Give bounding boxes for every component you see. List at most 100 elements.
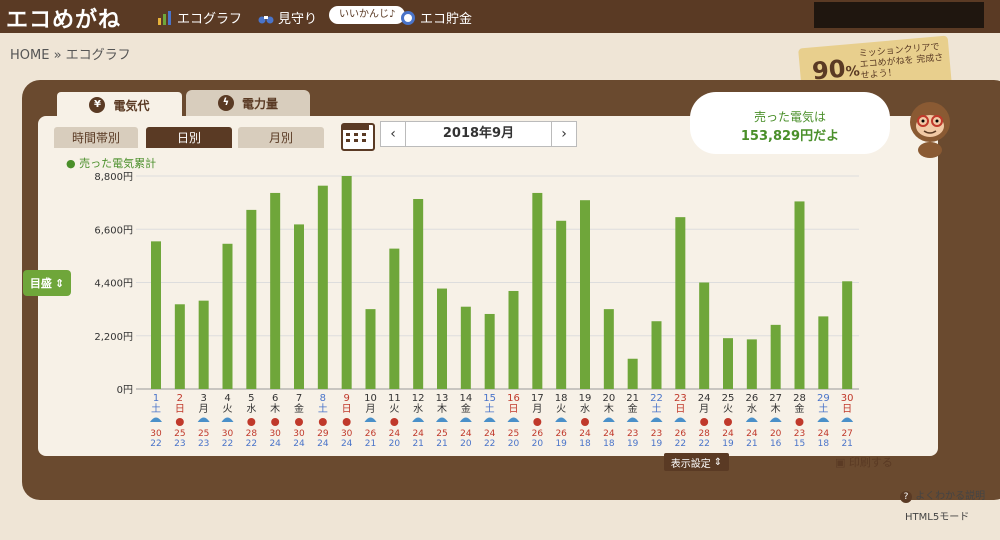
low-temp-label: 16 — [770, 439, 782, 448]
header-banner-area — [814, 2, 984, 28]
bar — [675, 217, 686, 389]
sun-icon — [581, 418, 589, 426]
bar-chart-icon — [158, 10, 171, 25]
sun-icon — [342, 418, 351, 426]
display-settings-button[interactable]: 表示設定 ⇕ — [664, 453, 729, 471]
tab-electricity-amount[interactable]: ϟ 電力量 — [186, 90, 310, 116]
tab-monthly[interactable]: 月別 — [238, 127, 324, 148]
nav-label: エコ貯金 — [420, 12, 473, 27]
x-tick-day: 10 — [364, 393, 377, 404]
app-logo[interactable]: エコめがね — [6, 2, 121, 34]
x-tick-day: 8 — [320, 393, 326, 404]
low-temp-label: 24 — [269, 439, 281, 448]
x-tick-weekday: 火 — [389, 403, 399, 415]
umbrella-icon — [364, 417, 377, 422]
x-tick-day: 16 — [507, 393, 520, 404]
x-tick-weekday: 月 — [199, 403, 209, 415]
breadcrumb[interactable]: HOME » エコグラフ — [10, 44, 131, 63]
x-tick-weekday: 火 — [223, 403, 233, 415]
low-temp-label: 21 — [841, 439, 852, 448]
nav-eco-savings[interactable]: エコ貯金 — [400, 8, 472, 27]
nav-label: エコグラフ — [177, 12, 243, 27]
scale-label: 目盛 — [29, 277, 52, 290]
x-tick-day: 3 — [200, 393, 206, 404]
bar — [746, 339, 757, 389]
bar — [222, 243, 233, 389]
bubble-line2: 153,829円だよ — [740, 129, 840, 144]
umbrella-icon — [459, 417, 472, 422]
x-tick-weekday: 土 — [652, 402, 662, 415]
low-temp-label: 18 — [579, 439, 591, 448]
calendar-icon[interactable] — [341, 123, 375, 151]
bar — [294, 224, 304, 389]
x-tick-weekday: 土 — [151, 402, 161, 415]
x-tick-day: 14 — [459, 393, 472, 404]
low-temp-label: 21 — [436, 439, 447, 448]
umbrella-icon — [769, 417, 782, 422]
sun-icon — [795, 418, 804, 426]
status-badge: いいかんじ♪ — [329, 6, 406, 24]
low-temp-label: 20 — [508, 439, 520, 448]
display-settings-label: 表示設定 — [670, 458, 711, 470]
sun-icon — [390, 418, 399, 426]
umbrella-icon — [483, 417, 496, 422]
next-month-button[interactable]: › — [552, 122, 576, 146]
bar — [770, 324, 781, 389]
high-temp-label: 24 — [722, 429, 734, 439]
scale-button[interactable]: 目盛 ⇕ — [23, 270, 71, 296]
bar — [723, 338, 733, 389]
high-temp-label: 24 — [818, 429, 830, 439]
help-label: よくわかる説明 — [915, 491, 986, 502]
umbrella-icon — [745, 417, 758, 422]
x-tick-weekday: 木 — [437, 403, 447, 415]
bar — [842, 281, 853, 389]
high-temp-label: 29 — [317, 429, 329, 439]
low-temp-label: 20 — [389, 439, 401, 448]
top-navigation-bar: エコめがね エコグラフ 見守り いいかんじ♪ エコ貯金 — [0, 0, 1000, 33]
print-button[interactable]: ▣ 印刷する — [835, 454, 893, 470]
high-temp-label: 26 — [555, 429, 567, 439]
tab-daily[interactable]: 日別 — [146, 127, 232, 148]
y-tick-label: 2,200円 — [94, 332, 133, 343]
y-tick-label: 8,800円 — [94, 172, 133, 183]
tab-electricity-cost[interactable]: ¥ 電気代 — [55, 90, 184, 118]
sun-icon — [247, 418, 256, 426]
printer-icon: ▣ — [835, 456, 846, 469]
month-navigator: ‹ 2018年9月 › — [380, 121, 577, 147]
umbrella-icon — [150, 417, 162, 422]
prev-month-button[interactable]: ‹ — [381, 122, 405, 146]
high-temp-label: 23 — [627, 429, 638, 439]
low-temp-label: 21 — [365, 439, 376, 448]
x-tick-weekday: 日 — [175, 404, 185, 415]
x-tick-day: 28 — [793, 393, 806, 404]
nav-label: 見守り — [278, 12, 318, 27]
high-temp-label: 24 — [484, 429, 496, 439]
low-temp-label: 24 — [317, 439, 329, 448]
bar — [651, 321, 662, 389]
high-temp-label: 25 — [174, 429, 185, 439]
bar — [580, 200, 590, 389]
x-tick-weekday: 木 — [604, 403, 614, 415]
sun-icon — [295, 418, 303, 426]
sun-icon — [175, 418, 184, 426]
umbrella-icon — [650, 417, 663, 422]
x-tick-day: 11 — [388, 393, 401, 404]
x-tick-weekday: 月 — [366, 403, 376, 415]
question-icon: ? — [900, 491, 912, 503]
high-temp-label: 24 — [389, 429, 401, 439]
month-label: 2018年9月 — [405, 122, 552, 146]
nav-eco-graph[interactable]: エコグラフ — [157, 8, 242, 27]
nav-monitoring[interactable]: 見守り — [258, 8, 317, 27]
x-tick-day: 12 — [412, 393, 425, 404]
html5-mode-link[interactable]: HTML5モード — [905, 508, 969, 523]
x-tick-weekday: 土 — [485, 402, 495, 415]
x-tick-weekday: 火 — [723, 403, 733, 415]
low-temp-label: 24 — [341, 439, 353, 448]
help-link[interactable]: ? よくわかる説明 — [900, 487, 985, 503]
x-tick-day: 6 — [272, 393, 278, 404]
tab-hourly[interactable]: 時間帯別 — [54, 127, 138, 148]
x-tick-day: 30 — [841, 393, 854, 404]
high-temp-label: 27 — [841, 429, 852, 439]
bar-chart: 0円2,200円4,400円6,600円8,800円1土30222日25233月… — [94, 172, 859, 448]
mission-percent-unit: % — [845, 63, 861, 81]
